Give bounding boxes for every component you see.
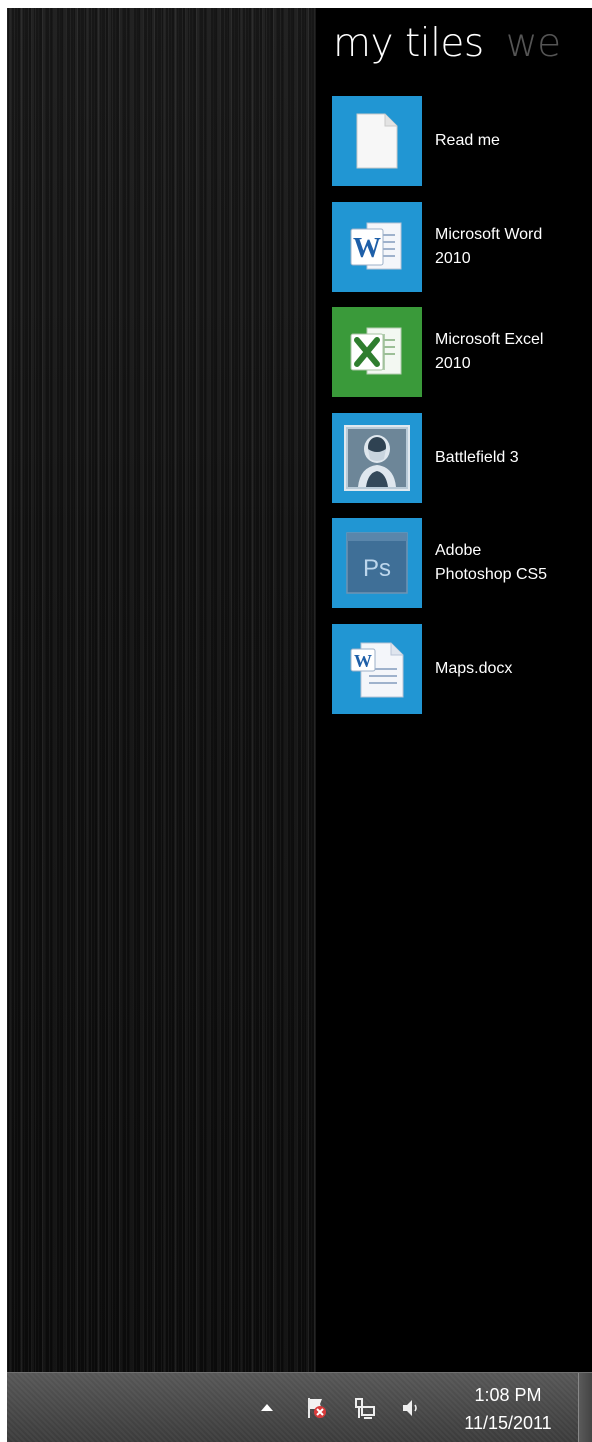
taskbar: 1:08 PM 11/15/2011 — [7, 1372, 592, 1442]
tile-icon-box[interactable] — [332, 307, 422, 397]
tile-battlefield-3[interactable]: Battlefield 3 — [332, 412, 592, 503]
action-center-error-icon — [308, 1398, 326, 1418]
tile-microsoft-excel[interactable]: Microsoft Excel 2010 — [332, 307, 592, 397]
volume-icon — [403, 1400, 417, 1416]
network-button[interactable] — [351, 1394, 379, 1422]
word-document-icon-letter: W — [354, 651, 372, 671]
tile-adobe-photoshop[interactable]: Ps Adobe Photoshop CS5 — [332, 518, 592, 608]
chevron-up-icon — [261, 1404, 273, 1411]
tab-my-tiles[interactable]: my tiles — [333, 21, 484, 66]
tile-icon-box[interactable]: W — [332, 623, 422, 714]
tiles-panel: my tiles we Read me W Microsoft Word 201… — [316, 8, 592, 1372]
taskbar-clock[interactable]: 1:08 PM 11/15/2011 — [447, 1381, 569, 1437]
show-hidden-icons-button[interactable] — [257, 1397, 277, 1417]
document-icon — [356, 113, 398, 169]
word-document-icon: W — [350, 642, 404, 697]
tile-read-me[interactable]: Read me — [332, 96, 592, 186]
photoshop-icon-text: Ps — [363, 555, 391, 582]
tile-list: Read me W Microsoft Word 2010 Microsoft … — [332, 96, 592, 729]
tile-icon-box[interactable]: Ps — [332, 518, 422, 608]
tile-label-battlefield-3: Battlefield 3 — [435, 448, 519, 466]
tile-maps-docx[interactable]: W Maps.docx — [332, 623, 592, 714]
action-center-button[interactable] — [303, 1394, 331, 1422]
show-desktop-button[interactable] — [578, 1373, 592, 1442]
volume-button[interactable] — [397, 1394, 425, 1422]
tab-next[interactable]: we — [506, 21, 561, 66]
desktop-wallpaper — [7, 8, 314, 1372]
tile-label-maps-docx: Maps.docx — [435, 659, 513, 677]
network-icon — [355, 1398, 375, 1419]
tile-label-adobe-photoshop: Adobe Photoshop CS5 — [435, 542, 548, 583]
word-icon: W — [350, 222, 402, 269]
tile-icon-box[interactable] — [332, 412, 422, 503]
tile-label-read-me: Read me — [435, 132, 500, 149]
tile-label-microsoft-word: Microsoft Word 2010 — [435, 225, 543, 267]
clock-time: 1:08 PM — [474, 1385, 542, 1405]
excel-icon — [350, 327, 402, 375]
tile-microsoft-word[interactable]: W Microsoft Word 2010 — [332, 201, 592, 292]
clock-date: 11/15/2011 — [464, 1413, 552, 1433]
tile-icon-box[interactable] — [332, 96, 422, 186]
tile-label-microsoft-excel: Microsoft Excel 2010 — [435, 331, 544, 372]
tile-icon-box[interactable]: W — [332, 201, 422, 292]
panel-tabs: my tiles we — [333, 24, 561, 63]
battlefield-icon — [344, 424, 410, 491]
word-icon-letter: W — [353, 233, 381, 264]
desktop: my tiles we Read me W Microsoft Word 201… — [7, 8, 592, 1372]
photoshop-icon: Ps — [346, 532, 408, 594]
